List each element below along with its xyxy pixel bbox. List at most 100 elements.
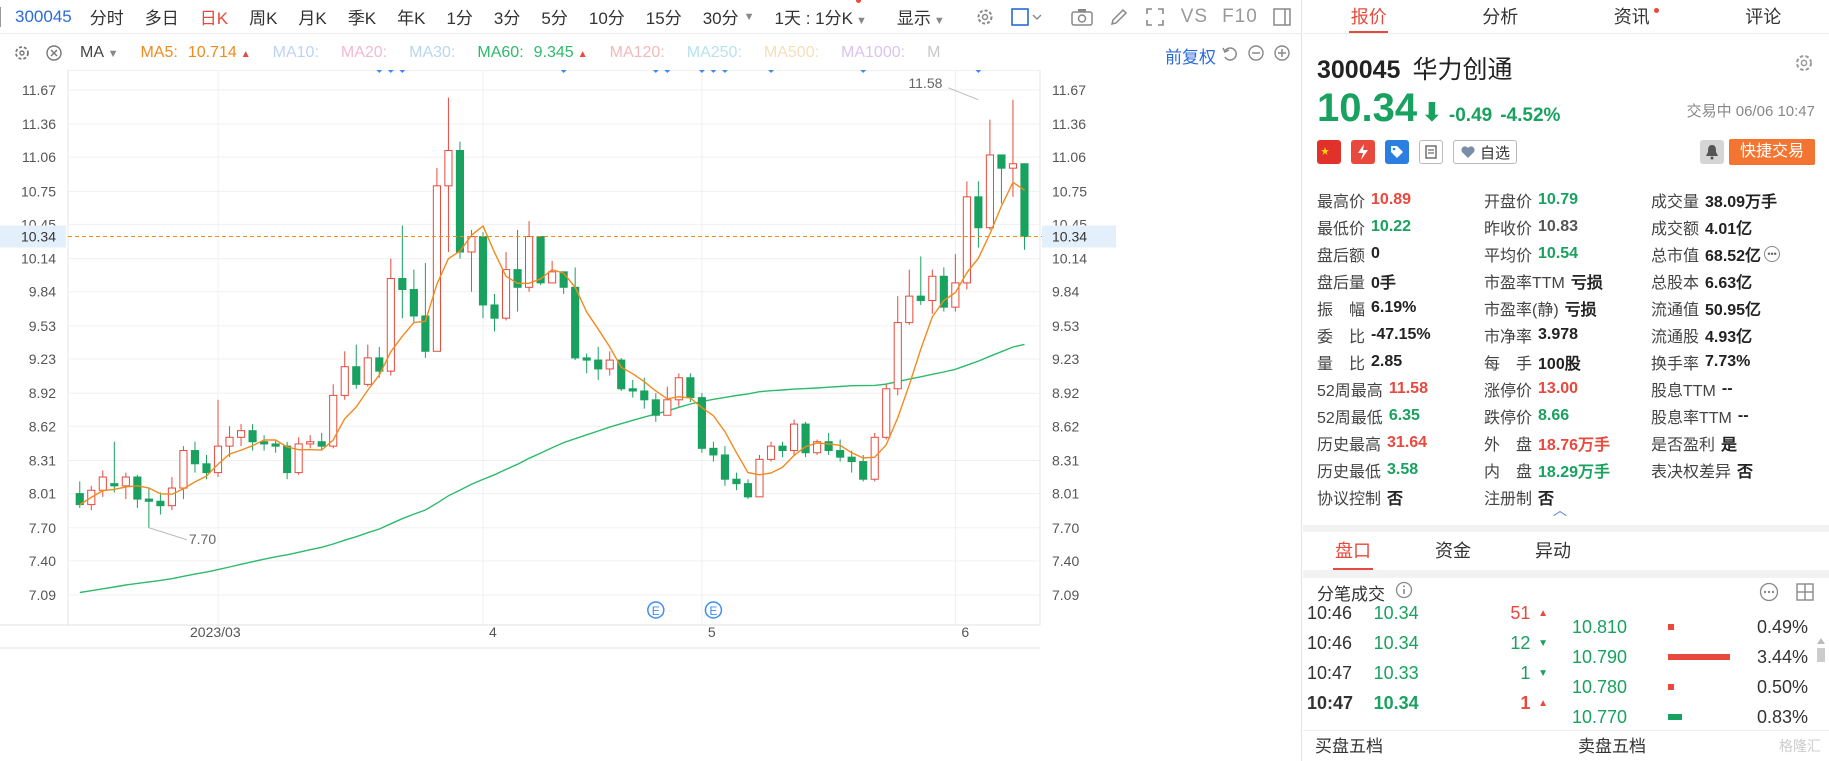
tick-controls	[1759, 582, 1815, 605]
depth-row: 10.810 0.49%	[1558, 612, 1808, 642]
diamond-marker[interactable]	[664, 70, 671, 73]
display-select[interactable]: 显示 ▼	[897, 4, 945, 29]
chevron-down-icon[interactable]: ▼	[744, 11, 755, 23]
more-icon[interactable]	[1759, 582, 1779, 605]
fullscreen-icon[interactable]	[1145, 6, 1165, 28]
stat-cell: 量 比 2.85	[1317, 352, 1403, 373]
quote-tab[interactable]: 评论	[1698, 0, 1829, 33]
ma-item[interactable]: MA60: 9.345 ▲	[477, 44, 587, 62]
diamond-marker[interactable]	[698, 70, 705, 73]
quote-tab[interactable]: 报价	[1303, 0, 1435, 33]
stats-row: 盘后额 0 平均价 10.54 总市值 68.52亿 •••	[1317, 240, 1827, 267]
ma-item[interactable]: MA250:	[687, 44, 742, 62]
period-tab[interactable]: 周K	[249, 4, 277, 29]
f10-button[interactable]: F10	[1222, 6, 1258, 28]
quote-tab[interactable]: 分析	[1435, 0, 1567, 33]
close-icon[interactable]	[44, 43, 64, 63]
candle-body	[859, 461, 868, 480]
stats-row: 最低价 10.22 昨收价 10.83 成交额 4.01亿	[1317, 213, 1827, 240]
diamond-marker[interactable]	[652, 70, 659, 73]
period-tab[interactable]: 10分	[589, 4, 625, 29]
diamond-marker[interactable]	[768, 70, 775, 73]
watermark: 格隆汇	[1779, 738, 1821, 754]
candle-body	[260, 441, 269, 445]
tick-time: 10:47	[1307, 692, 1354, 713]
notes-icon[interactable]	[1419, 140, 1443, 164]
kline-chart[interactable]: 11.67 11.67 11.36 11.36 11.06 11.06 10.75 10.75…	[0, 70, 1302, 761]
candle-body	[571, 286, 580, 359]
candle-body	[1008, 163, 1018, 169]
ma-selector[interactable]: MA ▼	[80, 44, 118, 62]
period-tab[interactable]: 分时	[90, 4, 124, 29]
vs-button[interactable]: VS	[1181, 6, 1208, 28]
chevron-up-icon[interactable]: ︿	[1553, 500, 1567, 520]
period-tab[interactable]: 3分	[494, 4, 520, 29]
ma-item[interactable]: MA30:	[409, 44, 455, 62]
diamond-marker[interactable]	[975, 70, 982, 73]
diamond-marker[interactable]	[399, 70, 406, 73]
add-watchlist-button[interactable]: 自选	[1453, 140, 1518, 164]
period-tab[interactable]: 5分	[541, 4, 567, 29]
candle-body	[121, 476, 130, 487]
gear-icon[interactable]	[975, 6, 995, 28]
period-tab[interactable]: 30分	[703, 4, 739, 29]
scrollbar[interactable]	[1815, 610, 1827, 720]
ma-item[interactable]: MA20:	[341, 44, 387, 62]
undo-icon[interactable]	[1221, 44, 1239, 65]
zoom-in-icon[interactable]	[1273, 44, 1291, 65]
settings-icon[interactable]	[12, 43, 32, 63]
period-tab[interactable]: 日K	[200, 4, 228, 29]
quick-trade-button[interactable]: 快捷交易	[1729, 139, 1815, 165]
diamond-marker[interactable]	[387, 70, 394, 73]
diamond-marker[interactable]	[560, 70, 567, 73]
tick-row: 10:46 10.34 12 ▼	[1303, 628, 1548, 658]
stat-cell: 流通值 50.95亿	[1651, 301, 1762, 319]
pencil-icon[interactable]	[1109, 6, 1129, 28]
diamond-marker[interactable]	[710, 70, 717, 73]
zoom-out-icon[interactable]	[1247, 44, 1265, 65]
ma-item[interactable]: MA1000:	[841, 44, 905, 62]
bell-icon[interactable]	[1700, 140, 1724, 164]
ma-item[interactable]: M	[927, 44, 940, 62]
sub-tab[interactable]: 资金	[1403, 532, 1503, 570]
ma-item[interactable]: MA500:	[764, 44, 819, 62]
diamond-marker[interactable]	[860, 70, 867, 73]
quote-tab[interactable]: 资讯	[1566, 0, 1698, 33]
candle-body	[928, 275, 937, 302]
sub-tab[interactable]: 盘口	[1303, 532, 1403, 570]
period-tab[interactable]: 年K	[397, 4, 425, 29]
tag-icon[interactable]	[1385, 140, 1409, 164]
period-tab[interactable]: 月K	[298, 4, 326, 29]
adjust-button[interactable]: 前复权	[1165, 43, 1216, 68]
gear-icon[interactable]	[1793, 52, 1815, 77]
stock-code-box[interactable]	[0, 6, 1, 27]
square-select-icon[interactable]	[1010, 6, 1043, 28]
candle-body	[156, 500, 165, 507]
more-icon[interactable]: •••	[1764, 245, 1781, 262]
period-tab[interactable]: 季K	[348, 4, 376, 29]
candle-body	[916, 295, 925, 302]
arrow-down-icon: ⬇	[1421, 97, 1443, 127]
camera-icon[interactable]	[1070, 6, 1093, 28]
lightning-icon[interactable]	[1351, 140, 1375, 164]
range-select[interactable]: 1天 : 1分K ▼	[775, 0, 867, 29]
event-marker[interactable]: E	[647, 601, 665, 619]
ma-item[interactable]: MA10:	[273, 44, 319, 62]
panel-toggle-icon[interactable]	[1272, 6, 1292, 28]
split-view-icon[interactable]	[1795, 582, 1815, 605]
diamond-marker[interactable]	[721, 70, 728, 73]
period-tab[interactable]: 1分	[446, 4, 472, 29]
period-tab[interactable]: 多日	[145, 4, 179, 29]
diamond-marker[interactable]	[376, 70, 383, 73]
ma-item[interactable]: MA5: 10.714 ▲	[140, 44, 250, 62]
event-marker[interactable]: E	[704, 601, 723, 619]
period-tab[interactable]: 15分	[646, 4, 682, 29]
stat-cell: 振 幅 6.19%	[1317, 298, 1417, 319]
sub-tab[interactable]: 异动	[1503, 532, 1603, 570]
tick-price: 10.33	[1373, 662, 1419, 683]
sub-tabs: 盘口 资金 异动	[1303, 532, 1603, 570]
ma-item[interactable]: MA120:	[610, 44, 665, 62]
stock-code[interactable]: 300045	[15, 7, 72, 27]
candle-body	[709, 447, 718, 456]
depth-bar-track	[1668, 714, 1743, 720]
